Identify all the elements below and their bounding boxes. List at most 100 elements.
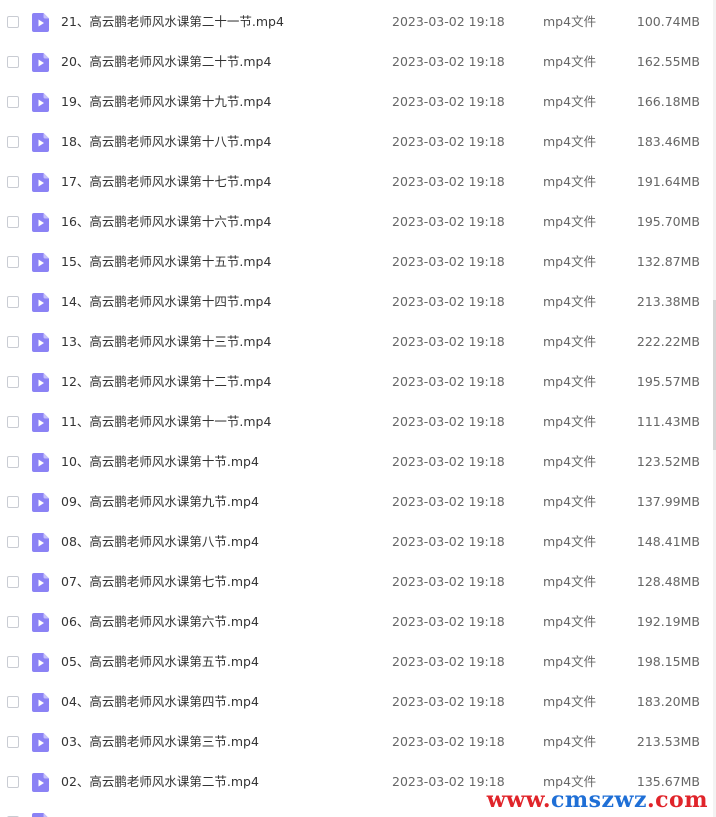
watermark-part-3: .com xyxy=(646,787,708,813)
row-checkbox[interactable] xyxy=(7,136,19,148)
file-row[interactable]: 17、高云鹏老师风水课第十七节.mp4 2023-03-02 19:18 mp4文件… xyxy=(0,162,716,202)
row-checkbox[interactable] xyxy=(7,256,19,268)
row-checkbox[interactable] xyxy=(7,16,19,28)
file-row[interactable]: 20、高云鹏老师风水课第二十节.mp4 2023-03-02 19:18 mp4文件… xyxy=(0,42,716,82)
file-row[interactable]: 03、高云鹏老师风水课第三节.mp4 2023-03-02 19:18 mp4文件 2… xyxy=(0,722,716,762)
file-row[interactable]: 11、高云鹏老师风水课第十一节.mp4 2023-03-02 19:18 mp4文件… xyxy=(0,402,716,442)
row-checkbox[interactable] xyxy=(7,296,19,308)
row-checkbox[interactable] xyxy=(7,416,19,428)
video-file-icon xyxy=(32,773,49,792)
row-checkbox[interactable] xyxy=(7,496,19,508)
video-file-icon xyxy=(32,173,49,192)
modified-date: 2023-03-02 19:18 xyxy=(392,694,505,709)
row-checkbox[interactable] xyxy=(7,576,19,588)
file-row[interactable]: 06、高云鹏老师风水课第六节.mp4 2023-03-02 19:18 mp4文件 1… xyxy=(0,602,716,642)
row-checkbox[interactable] xyxy=(7,376,19,388)
file-type: mp4文件 xyxy=(543,494,597,509)
file-type: mp4文件 xyxy=(543,254,597,269)
row-checkbox[interactable] xyxy=(7,616,19,628)
file-row[interactable]: 19、高云鹏老师风水课第十九节.mp4 2023-03-02 19:18 mp4文件… xyxy=(0,82,716,122)
modified-date: 2023-03-02 19:18 xyxy=(392,414,505,429)
row-checkbox[interactable] xyxy=(7,536,19,548)
file-list: 21、高云鹏老师风水课第二十一节.mp4 2023-03-02 19:18 mp4文… xyxy=(0,0,716,817)
file-name: 03、高云鹏老师风水课第三节.mp4 xyxy=(61,734,259,749)
file-type: mp4文件 xyxy=(543,174,597,189)
file-row[interactable]: 15、高云鹏老师风水课第十五节.mp4 2023-03-02 19:18 mp4文件… xyxy=(0,242,716,282)
row-checkbox[interactable] xyxy=(7,216,19,228)
modified-date: 2023-03-02 19:18 xyxy=(392,334,505,349)
file-row[interactable]: 08、高云鹏老师风水课第八节.mp4 2023-03-02 19:18 mp4文件 1… xyxy=(0,522,716,562)
file-type: mp4文件 xyxy=(543,574,597,589)
video-file-icon xyxy=(32,613,49,632)
file-size: 166.18MB xyxy=(636,94,700,109)
file-type: mp4文件 xyxy=(543,614,597,629)
file-name: 21、高云鹏老师风水课第二十一节.mp4 xyxy=(61,14,284,29)
row-checkbox[interactable] xyxy=(7,456,19,468)
file-size: 191.64MB xyxy=(636,174,700,189)
file-type: mp4文件 xyxy=(543,54,597,69)
video-file-icon xyxy=(32,653,49,672)
file-row[interactable]: 16、高云鹏老师风水课第十六节.mp4 2023-03-02 19:18 mp4文件… xyxy=(0,202,716,242)
row-checkbox[interactable] xyxy=(7,336,19,348)
file-type: mp4文件 xyxy=(543,734,597,749)
file-name: 20、高云鹏老师风水课第二十节.mp4 xyxy=(61,54,272,69)
file-row[interactable]: 21、高云鹏老师风水课第二十一节.mp4 2023-03-02 19:18 mp4文… xyxy=(0,2,716,42)
file-name: 15、高云鹏老师风水课第十五节.mp4 xyxy=(61,254,272,269)
modified-date: 2023-03-02 19:18 xyxy=(392,734,505,749)
file-type: mp4文件 xyxy=(543,294,597,309)
file-size: 222.22MB xyxy=(636,334,700,349)
modified-date: 2023-03-02 19:18 xyxy=(392,614,505,629)
modified-date: 2023-03-02 19:18 xyxy=(392,14,505,29)
video-file-icon xyxy=(32,373,49,392)
file-name: 19、高云鹏老师风水课第十九节.mp4 xyxy=(61,94,272,109)
modified-date: 2023-03-02 19:18 xyxy=(392,94,505,109)
file-name: 17、高云鹏老师风水课第十七节.mp4 xyxy=(61,174,272,189)
video-file-icon xyxy=(32,253,49,272)
file-name: 18、高云鹏老师风水课第十八节.mp4 xyxy=(61,134,272,149)
file-type: mp4文件 xyxy=(543,334,597,349)
row-checkbox[interactable] xyxy=(7,696,19,708)
file-row[interactable]: 10、高云鹏老师风水课第十节.mp4 2023-03-02 19:18 mp4文件 1… xyxy=(0,442,716,482)
file-row[interactable]: 18、高云鹏老师风水课第十八节.mp4 2023-03-02 19:18 mp4文件… xyxy=(0,122,716,162)
row-checkbox[interactable] xyxy=(7,656,19,668)
video-file-icon xyxy=(32,533,49,552)
file-row[interactable]: 05、高云鹏老师风水课第五节.mp4 2023-03-02 19:18 mp4文件 1… xyxy=(0,642,716,682)
file-size: 213.53MB xyxy=(636,734,700,749)
modified-date: 2023-03-02 19:18 xyxy=(392,534,505,549)
video-file-icon xyxy=(32,493,49,512)
file-name: 09、高云鹏老师风水课第九节.mp4 xyxy=(61,494,259,509)
modified-date: 2023-03-02 19:18 xyxy=(392,494,505,509)
modified-date: 2023-03-02 19:18 xyxy=(392,54,505,69)
file-row[interactable]: 13、高云鹏老师风水课第十三节.mp4 2023-03-02 19:18 mp4文件… xyxy=(0,322,716,362)
file-row[interactable]: 14、高云鹏老师风水课第十四节.mp4 2023-03-02 19:18 mp4文件… xyxy=(0,282,716,322)
file-row[interactable]: 12、高云鹏老师风水课第十二节.mp4 2023-03-02 19:18 mp4文件… xyxy=(0,362,716,402)
file-name: 10、高云鹏老师风水课第十节.mp4 xyxy=(61,454,259,469)
file-name: 14、高云鹏老师风水课第十四节.mp4 xyxy=(61,294,272,309)
row-checkbox[interactable] xyxy=(7,176,19,188)
file-size: 123.52MB xyxy=(636,454,700,469)
file-name: 06、高云鹏老师风水课第六节.mp4 xyxy=(61,614,259,629)
file-type: mp4文件 xyxy=(543,134,597,149)
file-size: 195.57MB xyxy=(636,374,700,389)
row-checkbox[interactable] xyxy=(7,96,19,108)
site-watermark: www.cmszwz.com xyxy=(487,787,708,813)
file-size: 183.20MB xyxy=(636,694,700,709)
video-file-icon xyxy=(32,133,49,152)
modified-date: 2023-03-02 19:18 xyxy=(392,134,505,149)
row-checkbox[interactable] xyxy=(7,56,19,68)
file-type: mp4文件 xyxy=(543,654,597,669)
video-file-icon xyxy=(32,413,49,432)
modified-date: 2023-03-02 19:18 xyxy=(392,454,505,469)
file-row[interactable]: 04、高云鹏老师风水课第四节.mp4 2023-03-02 19:18 mp4文件 1… xyxy=(0,682,716,722)
file-type: mp4文件 xyxy=(543,374,597,389)
file-row[interactable]: 09、高云鹏老师风水课第九节.mp4 2023-03-02 19:18 mp4文件 1… xyxy=(0,482,716,522)
video-file-icon xyxy=(32,333,49,352)
file-row[interactable]: 07、高云鹏老师风水课第七节.mp4 2023-03-02 19:18 mp4文件 1… xyxy=(0,562,716,602)
row-checkbox[interactable] xyxy=(7,736,19,748)
file-size: 192.19MB xyxy=(636,614,700,629)
file-size: 162.55MB xyxy=(636,54,700,69)
row-checkbox[interactable] xyxy=(7,776,19,788)
modified-date: 2023-03-02 19:18 xyxy=(392,374,505,389)
file-size: 195.70MB xyxy=(636,214,700,229)
video-file-icon xyxy=(32,13,49,32)
